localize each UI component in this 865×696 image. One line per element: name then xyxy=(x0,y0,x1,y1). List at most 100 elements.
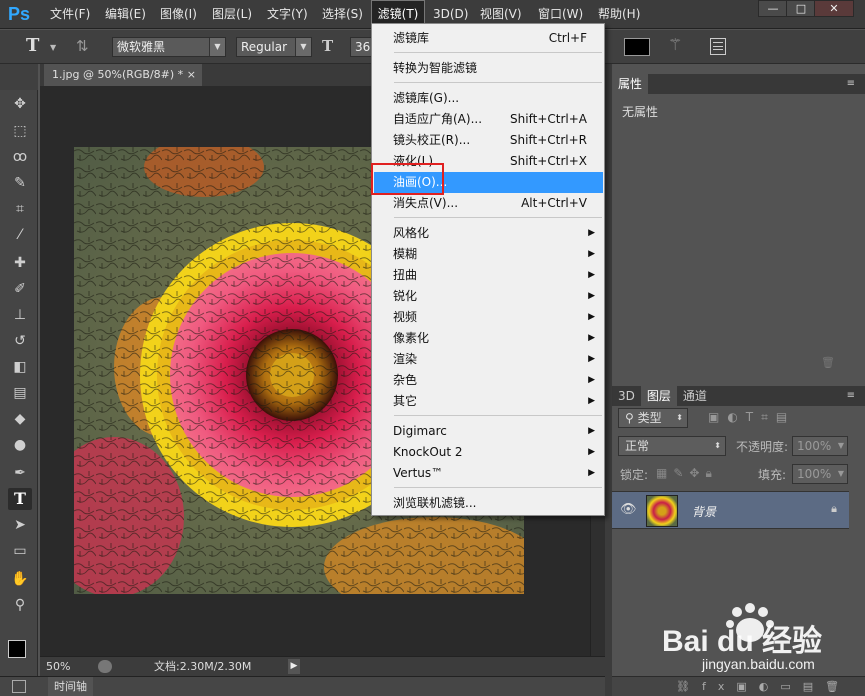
blend-mode-value: 正常 xyxy=(625,439,650,453)
layer-thumbnail xyxy=(646,495,678,527)
quick-select-tool-icon[interactable]: ✎ xyxy=(8,172,32,194)
text-color-swatch[interactable] xyxy=(624,38,650,56)
menu-select[interactable]: 选择(S) xyxy=(320,0,365,29)
fill-input[interactable]: 100% ▼ xyxy=(792,464,848,484)
eraser-tool-icon[interactable]: ◧ xyxy=(8,356,32,378)
menu-file[interactable]: 文件(F) xyxy=(48,0,92,29)
document-tab-title: 1.jpg @ 50%(RGB/8#) * xyxy=(52,68,184,81)
panel-divider[interactable] xyxy=(605,64,612,696)
brush-tool-icon[interactable]: ✐ xyxy=(8,278,32,300)
panel-menu-icon[interactable]: ≡ xyxy=(847,386,855,406)
blend-mode-select[interactable]: 正常 ⬍ xyxy=(618,436,726,456)
move-tool-icon[interactable]: ✥ xyxy=(8,93,32,115)
pen-tool-icon[interactable]: ✒ xyxy=(8,462,32,484)
status-info-icon[interactable] xyxy=(98,660,112,673)
eye-visibility-icon[interactable]: 👁︎ xyxy=(620,502,637,517)
submenu-arrow-icon: ▶ xyxy=(588,468,595,478)
layer-filter-select[interactable]: ⚲ 类型 ⬍ xyxy=(618,408,688,428)
menu-item-label: 转换为智能滤镜 xyxy=(393,61,478,75)
tab-layers[interactable]: 图层 xyxy=(640,386,677,406)
close-button[interactable]: ✕ xyxy=(814,0,854,17)
rectangle-tool-icon[interactable]: ▭ xyxy=(8,540,32,562)
layers-panel-header: 3D 图层 通道 ≡ xyxy=(612,386,865,406)
submenu-arrow-icon: ▶ xyxy=(588,396,595,406)
panel-menu-icon[interactable]: ≡ xyxy=(847,74,855,94)
submenu-arrow-icon: ▶ xyxy=(588,354,595,364)
text-orientation-icon[interactable]: ⇅ xyxy=(76,37,89,55)
character-panel-icon[interactable] xyxy=(710,38,726,55)
zoom-level[interactable]: 50% xyxy=(46,657,70,676)
layer-row[interactable]: 👁︎ 背景 🔒︎ xyxy=(612,491,849,529)
menu-item-stylize[interactable]: 风格化 ▶ xyxy=(374,223,603,244)
lock-options-icons[interactable]: ▦✎✥🔒︎ xyxy=(656,466,718,481)
status-menu-arrow-icon[interactable]: ▶ xyxy=(288,659,300,674)
menu-item-digimarc[interactable]: Digimarc ▶ xyxy=(374,421,603,442)
tab-properties[interactable]: 属性 xyxy=(612,74,649,94)
menu-item-video[interactable]: 视频 ▶ xyxy=(374,307,603,328)
menu-layer[interactable]: 图层(L) xyxy=(210,0,254,29)
maximize-button[interactable]: □ xyxy=(786,0,816,17)
menu-item-convert-smart-filter[interactable]: 转换为智能滤镜 xyxy=(374,58,603,79)
opacity-input[interactable]: 100% ▼ xyxy=(792,436,848,456)
dodge-tool-icon[interactable]: ● xyxy=(8,434,32,456)
type-tool-icon[interactable]: T xyxy=(8,488,32,510)
menu-item-noise[interactable]: 杂色 ▶ xyxy=(374,370,603,391)
gradient-tool-icon[interactable]: ▤ xyxy=(8,382,32,404)
layer-name[interactable]: 背景 xyxy=(692,503,716,520)
crop-tool-icon[interactable]: ⌗ xyxy=(8,198,32,220)
path-selection-tool-icon[interactable]: ➤ xyxy=(8,514,32,536)
lock-icon: 🔒︎ xyxy=(831,502,837,515)
timeline-tab[interactable]: 时间轴 xyxy=(48,677,93,696)
tool-preset-dropdown-icon[interactable]: ▼ xyxy=(50,43,56,52)
menu-item-label: 镜头校正(R)... xyxy=(393,133,471,147)
menu-item-label: 滤镜库(G)... xyxy=(393,91,460,105)
menu-item-sharpen[interactable]: 锐化 ▶ xyxy=(374,286,603,307)
layer-actions-icons[interactable]: ⛓fx▣◐▭▤🗑 xyxy=(676,680,851,693)
timeline-panel-icon[interactable] xyxy=(12,680,26,693)
menu-item-adaptive-wide-angle[interactable]: 自适应广角(A)... Shift+Ctrl+A xyxy=(374,109,603,130)
marquee-tool-icon[interactable]: ⬚ xyxy=(8,120,32,142)
lasso-tool-icon[interactable]: ꝏ xyxy=(8,146,32,168)
menu-item-knockout[interactable]: KnockOut 2 ▶ xyxy=(374,442,603,463)
trash-icon[interactable]: 🗑 xyxy=(821,356,835,369)
eyedropper-tool-icon[interactable]: ⁄ xyxy=(8,224,32,246)
font-style-select[interactable]: Regular ▼ xyxy=(236,37,312,57)
close-icon[interactable]: × xyxy=(187,64,196,86)
minimize-button[interactable]: — xyxy=(758,0,788,17)
menu-item-label: 像素化 xyxy=(393,331,430,345)
menu-item-distort[interactable]: 扭曲 ▶ xyxy=(374,265,603,286)
clone-stamp-tool-icon[interactable]: ⊥ xyxy=(8,304,32,326)
menu-item-label: Vertus™ xyxy=(393,466,444,480)
document-tab[interactable]: 1.jpg @ 50%(RGB/8#) * × xyxy=(44,64,202,86)
tab-3d[interactable]: 3D xyxy=(612,386,641,406)
menu-item-pixelate[interactable]: 像素化 ▶ xyxy=(374,328,603,349)
menu-item-vanishing-point[interactable]: 消失点(V)... Alt+Ctrl+V xyxy=(374,193,603,214)
layer-filter-icons[interactable]: ▣◐T⌗▤ xyxy=(708,410,795,425)
properties-panel-header: 属性 ≡ xyxy=(612,74,865,94)
menu-type[interactable]: 文字(Y) xyxy=(265,0,310,29)
font-family-select[interactable]: 微软雅黑 ▼ xyxy=(112,37,226,57)
menu-item-render[interactable]: 渲染 ▶ xyxy=(374,349,603,370)
menu-item-filter-gallery-last[interactable]: 滤镜库 Ctrl+F xyxy=(374,28,603,49)
menu-image[interactable]: 图像(I) xyxy=(158,0,199,29)
zoom-tool-icon[interactable]: ⚲ xyxy=(8,594,32,616)
type-tool-icon[interactable]: T xyxy=(26,35,39,56)
menu-edit[interactable]: 编辑(E) xyxy=(103,0,148,29)
menu-item-browse-online-filters[interactable]: 浏览联机滤镜... xyxy=(374,493,603,514)
menu-item-label: 自适应广角(A)... xyxy=(393,112,483,126)
submenu-arrow-icon: ▶ xyxy=(588,375,595,385)
menu-item-vertus[interactable]: Vertus™ ▶ xyxy=(374,463,603,484)
warp-text-icon[interactable]: ⚚ xyxy=(668,35,682,54)
menu-item-lens-correction[interactable]: 镜头校正(R)... Shift+Ctrl+R xyxy=(374,130,603,151)
healing-brush-tool-icon[interactable]: ✚ xyxy=(8,252,32,274)
menu-item-other[interactable]: 其它 ▶ xyxy=(374,391,603,412)
menu-item-blur[interactable]: 模糊 ▶ xyxy=(374,244,603,265)
menu-item-label: 杂色 xyxy=(393,373,418,387)
menu-item-filter-gallery[interactable]: 滤镜库(G)... xyxy=(374,88,603,109)
foreground-color-swatch[interactable] xyxy=(8,640,26,658)
blur-tool-icon[interactable]: ◆ xyxy=(8,408,32,430)
history-brush-tool-icon[interactable]: ↺ xyxy=(8,330,32,352)
tab-channels[interactable]: 通道 xyxy=(677,386,713,406)
submenu-arrow-icon: ▶ xyxy=(588,228,595,238)
hand-tool-icon[interactable]: ✋ xyxy=(8,568,32,590)
